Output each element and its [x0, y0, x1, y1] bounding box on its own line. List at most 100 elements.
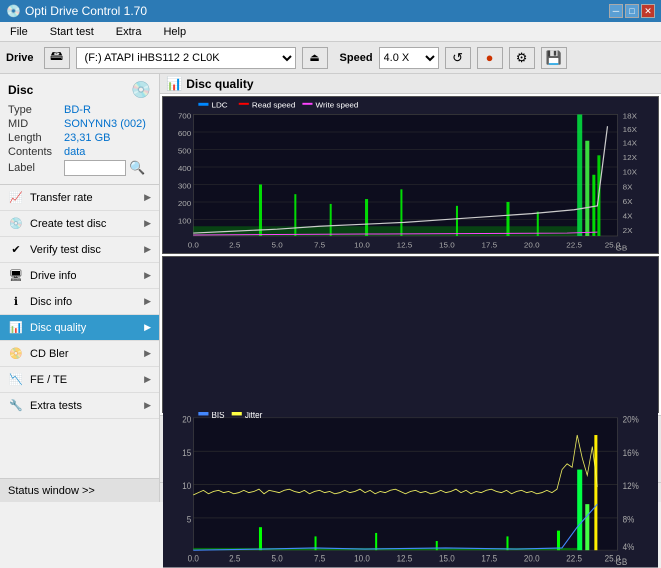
- menu-file[interactable]: File: [4, 24, 34, 40]
- disc-label-label: Label: [8, 162, 64, 174]
- transfer-rate-label: Transfer rate: [30, 192, 93, 204]
- svg-text:22.5: 22.5: [566, 553, 582, 564]
- disc-label-input[interactable]: [64, 160, 126, 176]
- svg-text:6X: 6X: [623, 197, 634, 206]
- menu-help[interactable]: Help: [157, 24, 192, 40]
- length-label: Length: [8, 132, 64, 144]
- svg-text:500: 500: [178, 147, 192, 156]
- sidebar: Disc 💿 Type BD-R MID SONYNN3 (002) Lengt…: [0, 74, 160, 502]
- svg-text:8%: 8%: [623, 514, 635, 525]
- mid-label: MID: [8, 118, 64, 130]
- extra-tests-label: Extra tests: [30, 400, 82, 412]
- svg-text:5.0: 5.0: [272, 241, 284, 250]
- svg-text:300: 300: [178, 181, 192, 190]
- sidebar-item-cd-bler[interactable]: 📀 CD Bler ▶: [0, 341, 159, 367]
- svg-text:Write speed: Write speed: [316, 101, 359, 110]
- drive-info-label: Drive info: [30, 270, 76, 282]
- verify-test-disc-icon: ✔: [8, 242, 24, 258]
- svg-text:17.5: 17.5: [481, 241, 497, 250]
- minimize-button[interactable]: ─: [609, 4, 623, 18]
- sidebar-item-extra-tests[interactable]: 🔧 Extra tests ▶: [0, 393, 159, 419]
- create-test-disc-icon: 💿: [8, 216, 24, 232]
- content-header-icon: 📊: [166, 76, 182, 92]
- refresh-button[interactable]: ↺: [445, 47, 471, 69]
- svg-text:GB: GB: [616, 557, 628, 568]
- maximize-button[interactable]: □: [625, 4, 639, 18]
- drive-select[interactable]: (F:) ATAPI iHBS112 2 CL0K: [76, 47, 296, 69]
- extra-tests-arrow: ▶: [144, 400, 151, 411]
- type-label: Type: [8, 104, 64, 116]
- create-test-disc-arrow: ▶: [144, 218, 151, 229]
- record-button[interactable]: ●: [477, 47, 503, 69]
- title-bar: 💿 Opti Drive Control 1.70 ─ □ ✕: [0, 0, 661, 22]
- create-test-disc-label: Create test disc: [30, 218, 106, 230]
- sidebar-item-create-test-disc[interactable]: 💿 Create test disc ▶: [0, 211, 159, 237]
- svg-text:14X: 14X: [623, 139, 638, 148]
- settings-button[interactable]: ⚙: [509, 47, 535, 69]
- drive-icon-btn[interactable]: 🖴: [44, 47, 70, 69]
- disc-panel-icon: 💿: [131, 80, 151, 100]
- mid-value: SONYNN3 (002): [64, 118, 146, 130]
- fe-te-icon: 📉: [8, 372, 24, 388]
- sidebar-item-verify-test-disc[interactable]: ✔ Verify test disc ▶: [0, 237, 159, 263]
- svg-text:0.0: 0.0: [188, 553, 199, 564]
- svg-text:2X: 2X: [623, 226, 634, 235]
- svg-text:10.0: 10.0: [354, 553, 370, 564]
- svg-text:7.5: 7.5: [314, 553, 325, 564]
- save-button[interactable]: 💾: [541, 47, 567, 69]
- drive-info-arrow: ▶: [144, 270, 151, 281]
- svg-text:LDC: LDC: [211, 101, 227, 110]
- svg-text:15.0: 15.0: [439, 553, 455, 564]
- svg-text:4%: 4%: [623, 542, 635, 553]
- svg-text:GB: GB: [616, 244, 628, 253]
- content-area: 📊 Disc quality 700: [160, 74, 661, 502]
- svg-text:20.0: 20.0: [524, 241, 540, 250]
- status-window-label: Status window >>: [8, 485, 95, 497]
- disc-info-label: Disc info: [30, 296, 72, 308]
- menu-start-test[interactable]: Start test: [44, 24, 100, 40]
- fe-te-label: FE / TE: [30, 374, 67, 386]
- svg-text:100: 100: [178, 216, 192, 225]
- svg-text:12%: 12%: [623, 481, 639, 492]
- menu-extra[interactable]: Extra: [110, 24, 148, 40]
- title-bar-title: 💿 Opti Drive Control 1.70: [6, 4, 147, 18]
- verify-test-disc-label: Verify test disc: [30, 244, 101, 256]
- svg-text:200: 200: [178, 199, 192, 208]
- close-button[interactable]: ✕: [641, 4, 655, 18]
- sidebar-item-drive-info[interactable]: 🖥 Drive info ▶: [0, 263, 159, 289]
- svg-text:16X: 16X: [623, 125, 638, 134]
- content-title: Disc quality: [186, 77, 253, 91]
- disc-panel: Disc 💿 Type BD-R MID SONYNN3 (002) Lengt…: [0, 74, 159, 185]
- cd-bler-arrow: ▶: [144, 348, 151, 359]
- sidebar-item-fe-te[interactable]: 📉 FE / TE ▶: [0, 367, 159, 393]
- contents-label: Contents: [8, 146, 64, 158]
- svg-text:15: 15: [182, 447, 191, 458]
- cd-bler-icon: 📀: [8, 346, 24, 362]
- drive-label: Drive: [6, 52, 34, 64]
- svg-text:10: 10: [182, 481, 191, 492]
- transfer-rate-arrow: ▶: [144, 192, 151, 203]
- status-window-button[interactable]: Status window >>: [0, 478, 159, 502]
- sidebar-item-transfer-rate[interactable]: 📈 Transfer rate ▶: [0, 185, 159, 211]
- content-header: 📊 Disc quality: [160, 74, 661, 94]
- transfer-rate-icon: 📈: [8, 190, 24, 206]
- speed-label: Speed: [340, 52, 373, 64]
- svg-text:8X: 8X: [623, 182, 634, 191]
- disc-label-search-icon[interactable]: 🔍: [129, 160, 145, 176]
- bis-jitter-chart: 20 15 10 5 20% 16% 12% 8% 4% 0.0 2.5 5.0…: [162, 256, 659, 414]
- svg-text:12.5: 12.5: [397, 241, 413, 250]
- sidebar-item-disc-quality[interactable]: 📊 Disc quality ▶: [0, 315, 159, 341]
- length-value: 23,31 GB: [64, 132, 110, 144]
- sidebar-item-disc-info[interactable]: ℹ Disc info ▶: [0, 289, 159, 315]
- disc-info-icon: ℹ: [8, 294, 24, 310]
- svg-text:20.0: 20.0: [524, 553, 540, 564]
- disc-info-arrow: ▶: [144, 296, 151, 307]
- eject-button[interactable]: ⏏: [302, 47, 328, 69]
- svg-text:0.0: 0.0: [188, 241, 200, 250]
- disc-quality-label: Disc quality: [30, 322, 86, 334]
- svg-text:400: 400: [178, 164, 192, 173]
- svg-text:20%: 20%: [623, 414, 639, 425]
- svg-text:4X: 4X: [623, 212, 634, 221]
- speed-select[interactable]: 4.0 X: [379, 47, 439, 69]
- app-title: Opti Drive Control 1.70: [25, 4, 147, 18]
